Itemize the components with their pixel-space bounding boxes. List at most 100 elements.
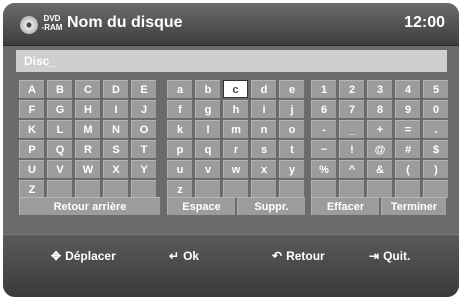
- key-5[interactable]: 5: [423, 80, 448, 98]
- key-8[interactable]: 8: [367, 100, 392, 118]
- key-p[interactable]: p: [167, 140, 192, 158]
- key-![interactable]: !: [339, 140, 364, 158]
- key-O[interactable]: O: [131, 120, 156, 138]
- key-=[interactable]: =: [395, 120, 420, 138]
- key-a[interactable]: a: [167, 80, 192, 98]
- key-&[interactable]: &: [367, 160, 392, 178]
- key-M[interactable]: M: [75, 120, 100, 138]
- key-r[interactable]: r: [223, 140, 248, 158]
- key-K[interactable]: K: [19, 120, 44, 138]
- key-G[interactable]: G: [47, 100, 72, 118]
- key-w[interactable]: w: [223, 160, 248, 178]
- key-V[interactable]: V: [47, 160, 72, 178]
- key-_[interactable]: _: [339, 120, 364, 138]
- key-empty[interactable]: [367, 180, 392, 198]
- key-([interactable]: (: [395, 160, 420, 178]
- finish-button[interactable]: Terminer: [381, 197, 446, 215]
- key-4[interactable]: 4: [395, 80, 420, 98]
- key-empty[interactable]: [103, 180, 128, 198]
- key-l[interactable]: l: [195, 120, 220, 138]
- key-b[interactable]: b: [195, 80, 220, 98]
- key-y[interactable]: y: [279, 160, 304, 178]
- key-u[interactable]: u: [167, 160, 192, 178]
- key-N[interactable]: N: [103, 120, 128, 138]
- key-empty[interactable]: [131, 180, 156, 198]
- key-7[interactable]: 7: [339, 100, 364, 118]
- key-empty[interactable]: [395, 180, 420, 198]
- space-button[interactable]: Espace: [167, 197, 235, 215]
- key-m[interactable]: m: [223, 120, 248, 138]
- key-^[interactable]: ^: [339, 160, 364, 178]
- key-Q[interactable]: Q: [47, 140, 72, 158]
- key-i[interactable]: i: [251, 100, 276, 118]
- key-I[interactable]: I: [103, 100, 128, 118]
- key-h[interactable]: h: [223, 100, 248, 118]
- key-empty[interactable]: [47, 180, 72, 198]
- key-k[interactable]: k: [167, 120, 192, 138]
- key-d[interactable]: d: [251, 80, 276, 98]
- key-C[interactable]: C: [75, 80, 100, 98]
- key-A[interactable]: A: [19, 80, 44, 98]
- key-c[interactable]: c: [223, 80, 248, 98]
- key-6[interactable]: 6: [311, 100, 336, 118]
- key-g[interactable]: g: [195, 100, 220, 118]
- key-)[interactable]: ): [423, 160, 448, 178]
- key-%[interactable]: %: [311, 160, 336, 178]
- key-empty[interactable]: [311, 180, 336, 198]
- key-empty[interactable]: [339, 180, 364, 198]
- key-#[interactable]: #: [395, 140, 420, 158]
- key-x[interactable]: x: [251, 160, 276, 178]
- key-9[interactable]: 9: [395, 100, 420, 118]
- key-~[interactable]: ~: [311, 140, 336, 158]
- key-X[interactable]: X: [103, 160, 128, 178]
- key-o[interactable]: o: [279, 120, 304, 138]
- key-W[interactable]: W: [75, 160, 100, 178]
- key-empty[interactable]: [195, 180, 220, 198]
- key-R[interactable]: R: [75, 140, 100, 158]
- key-t[interactable]: t: [279, 140, 304, 158]
- key-L[interactable]: L: [47, 120, 72, 138]
- key-S[interactable]: S: [103, 140, 128, 158]
- key-j[interactable]: j: [279, 100, 304, 118]
- delete-button[interactable]: Suppr.: [237, 197, 305, 215]
- key-z[interactable]: z: [167, 180, 192, 198]
- key-.[interactable]: .: [423, 120, 448, 138]
- key-Z[interactable]: Z: [19, 180, 44, 198]
- key-E[interactable]: E: [131, 80, 156, 98]
- key-B[interactable]: B: [47, 80, 72, 98]
- key-F[interactable]: F: [19, 100, 44, 118]
- key-$[interactable]: $: [423, 140, 448, 158]
- key-H[interactable]: H: [75, 100, 100, 118]
- key-e[interactable]: e: [279, 80, 304, 98]
- key-3[interactable]: 3: [367, 80, 392, 98]
- disc-name-input[interactable]: Disc_: [16, 50, 447, 72]
- key-1[interactable]: 1: [311, 80, 336, 98]
- key-D[interactable]: D: [103, 80, 128, 98]
- move-arrows-icon: ✥: [51, 249, 62, 263]
- key-P[interactable]: P: [19, 140, 44, 158]
- clear-button[interactable]: Effacer: [311, 197, 379, 215]
- key-Y[interactable]: Y: [131, 160, 156, 178]
- key-v[interactable]: v: [195, 160, 220, 178]
- key-U[interactable]: U: [19, 160, 44, 178]
- key-f[interactable]: f: [167, 100, 192, 118]
- key-s[interactable]: s: [251, 140, 276, 158]
- key-empty[interactable]: [279, 180, 304, 198]
- ok-hint: ↵ Ok: [169, 249, 199, 263]
- key-empty[interactable]: [223, 180, 248, 198]
- key-empty[interactable]: [251, 180, 276, 198]
- key--[interactable]: -: [311, 120, 336, 138]
- dialog-title: Nom du disque: [67, 14, 183, 31]
- key-2[interactable]: 2: [339, 80, 364, 98]
- backspace-button[interactable]: Retour arrière: [19, 197, 160, 215]
- key-@[interactable]: @: [367, 140, 392, 158]
- key-+[interactable]: +: [367, 120, 392, 138]
- key-empty[interactable]: [75, 180, 100, 198]
- dialog-frame: DVD -RAM Nom du disque 12:00 Disc_ ABCDE…: [3, 3, 459, 297]
- key-n[interactable]: n: [251, 120, 276, 138]
- key-q[interactable]: q: [195, 140, 220, 158]
- key-J[interactable]: J: [131, 100, 156, 118]
- key-0[interactable]: 0: [423, 100, 448, 118]
- key-empty[interactable]: [423, 180, 448, 198]
- key-T[interactable]: T: [131, 140, 156, 158]
